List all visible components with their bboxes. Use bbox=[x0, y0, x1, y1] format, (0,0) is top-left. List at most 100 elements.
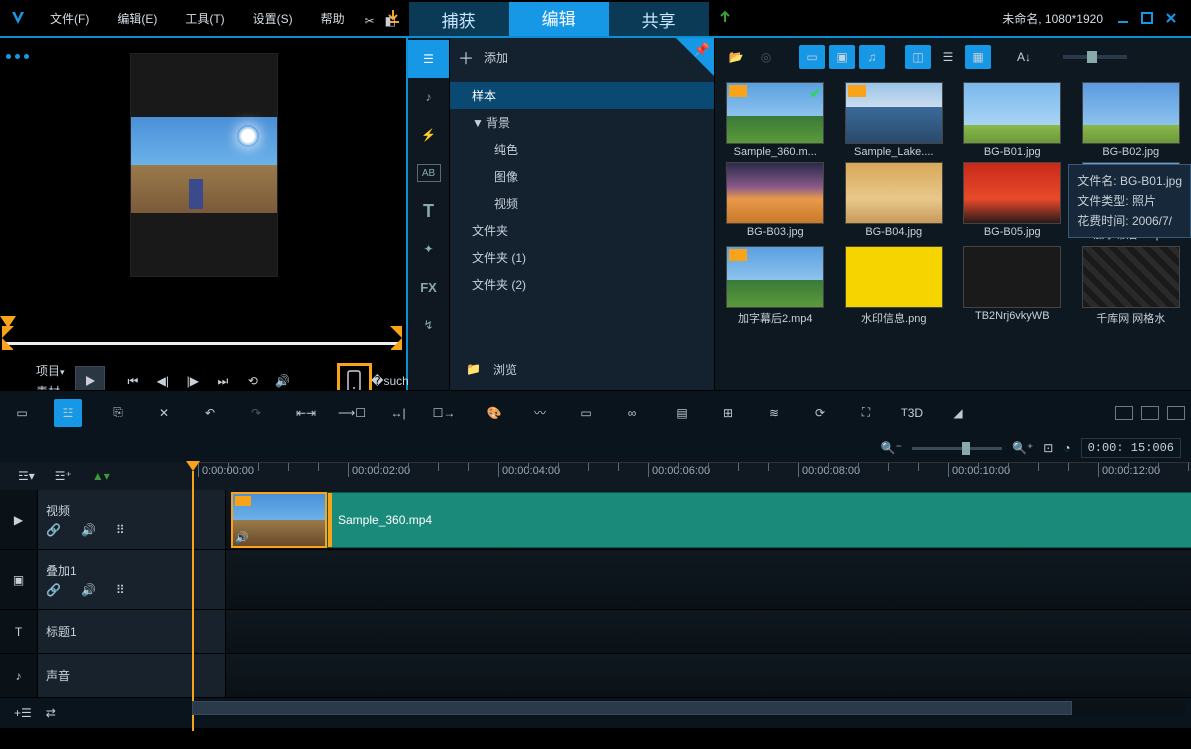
menu-file[interactable]: 文件(F) bbox=[36, 0, 103, 37]
upload-icon[interactable] bbox=[709, 0, 741, 32]
fx-tab-icon[interactable]: FX bbox=[408, 268, 449, 306]
mute-icon[interactable]: 🔊 bbox=[81, 583, 96, 597]
text-tab-icon[interactable]: T bbox=[408, 192, 449, 230]
motion-icon[interactable]: 〰 bbox=[526, 399, 554, 427]
project-duration[interactable]: 0:00: 15:006 bbox=[1081, 438, 1181, 458]
time-ruler[interactable]: 0:00:00:0000:00:02:0000:00:04:0000:00:06… bbox=[188, 462, 1191, 490]
audio-tab-icon[interactable]: ♪ bbox=[408, 78, 449, 116]
tab-capture[interactable]: 捕获 bbox=[409, 2, 509, 36]
thumbnail-item[interactable]: Sample_Lake.... bbox=[838, 82, 951, 158]
track-type-icon[interactable]: ♪ bbox=[0, 654, 38, 697]
menu-tools[interactable]: 工具(T) bbox=[171, 0, 238, 37]
color-icon[interactable]: 🎨 bbox=[480, 399, 508, 427]
thumbnail-item[interactable]: 千库网 网格水 bbox=[1075, 246, 1188, 326]
menu-settings[interactable]: 设置(S) bbox=[239, 0, 307, 37]
view-grid-icon[interactable]: ▦ bbox=[965, 45, 991, 69]
track-collapse-icon[interactable]: ☲▾ bbox=[12, 467, 41, 485]
undo-icon[interactable]: ↶ bbox=[196, 399, 224, 427]
rotate-icon[interactable]: ⟳ bbox=[806, 399, 834, 427]
fit-start-icon[interactable]: ⇤⇥ bbox=[292, 399, 320, 427]
title-tab-icon[interactable]: AB bbox=[417, 164, 441, 182]
mask-icon[interactable]: ◢ bbox=[944, 399, 972, 427]
tree-item[interactable]: 图像 bbox=[450, 163, 714, 190]
thumb-size-slider[interactable] bbox=[1063, 55, 1127, 59]
view-thumb-icon[interactable]: ◫ bbox=[905, 45, 931, 69]
scissors-icon[interactable]: ✂ bbox=[365, 14, 375, 28]
track-type-icon[interactable]: ▶ bbox=[0, 490, 38, 549]
maximize-button[interactable] bbox=[1135, 6, 1159, 30]
track-body[interactable] bbox=[226, 550, 1191, 609]
pane-grip-icon[interactable] bbox=[6, 54, 29, 59]
zoom-out-icon[interactable]: 🔍⁻ bbox=[881, 441, 902, 455]
minimize-button[interactable] bbox=[1111, 6, 1135, 30]
link-icon[interactable]: ∞ bbox=[618, 399, 646, 427]
track-up-icon[interactable]: ▲▾ bbox=[86, 467, 116, 485]
mode-project[interactable]: 项目▾ bbox=[36, 360, 75, 381]
stretch-icon[interactable]: ↔| bbox=[384, 399, 412, 427]
grid-icon[interactable]: ⊞ bbox=[714, 399, 742, 427]
zoom-slider[interactable] bbox=[912, 447, 1002, 450]
3d-text-icon[interactable]: T3D bbox=[898, 399, 926, 427]
filter-video-icon[interactable]: ▭ bbox=[799, 45, 825, 69]
tree-item[interactable]: 文件夹 (1) bbox=[450, 244, 714, 271]
tree-item[interactable]: 纯色 bbox=[450, 136, 714, 163]
transition-tab-icon[interactable]: ⚡ bbox=[408, 116, 449, 154]
graphic-tab-icon[interactable]: ✦ bbox=[408, 230, 449, 268]
close-button[interactable] bbox=[1159, 6, 1183, 30]
tree-item[interactable]: 视频 bbox=[450, 190, 714, 217]
track-body[interactable] bbox=[226, 654, 1191, 697]
thumbnail-item[interactable]: BG-B03.jpg bbox=[719, 162, 832, 242]
view-list-icon[interactable]: ☰ bbox=[935, 45, 961, 69]
import-folder-icon[interactable]: 📂 bbox=[723, 45, 749, 69]
thumbnail-item[interactable]: BG-B05.jpg bbox=[956, 162, 1069, 242]
tree-item[interactable]: 文件夹 bbox=[450, 217, 714, 244]
menu-edit[interactable]: 编辑(E) bbox=[103, 0, 171, 37]
thumbnail-item[interactable]: ✔Sample_360.m... bbox=[719, 82, 832, 158]
add-track-icon[interactable]: +☰ bbox=[14, 706, 32, 720]
tree-item[interactable]: ▼背景 bbox=[450, 109, 714, 136]
tree-item[interactable]: 文件夹 (2) bbox=[450, 271, 714, 298]
track-body[interactable] bbox=[226, 610, 1191, 653]
track-add-icon[interactable]: ☲⁺ bbox=[49, 467, 78, 485]
pin-icon[interactable] bbox=[676, 38, 714, 76]
duration-icon[interactable]: ◔ bbox=[1063, 441, 1070, 455]
scroll-mode-icon[interactable]: ⇄ bbox=[46, 706, 56, 720]
thumbnail-item[interactable]: TB2Nrj6vkyWB bbox=[956, 246, 1069, 326]
trim-bar[interactable] bbox=[4, 316, 400, 356]
thumbnail-item[interactable]: BG-B02.jpg bbox=[1075, 82, 1188, 158]
media-tab-icon[interactable]: ☰ bbox=[408, 40, 449, 78]
preview-canvas[interactable] bbox=[0, 38, 408, 292]
menu-help[interactable]: 帮助 bbox=[307, 0, 359, 37]
layout-1[interactable] bbox=[1115, 406, 1133, 420]
fx-icon[interactable]: ⠿ bbox=[116, 583, 125, 597]
link-icon[interactable]: 🔗 bbox=[46, 523, 61, 537]
tab-share[interactable]: 共享 bbox=[609, 2, 709, 36]
slip-icon[interactable]: ☐→ bbox=[430, 399, 458, 427]
horizontal-scrollbar[interactable] bbox=[192, 701, 1185, 715]
thumbnail-item[interactable]: 加字幕后2.mp4 bbox=[719, 246, 832, 326]
timeline-clip[interactable]: 🔊Sample_360.mp4 bbox=[231, 492, 1191, 548]
layout-3[interactable] bbox=[1167, 406, 1185, 420]
path-tab-icon[interactable]: ↯ bbox=[408, 306, 449, 344]
thumbnail-item[interactable]: BG-B01.jpg bbox=[956, 82, 1069, 158]
track-body[interactable]: 🔊Sample_360.mp4 bbox=[226, 490, 1191, 549]
aspect-icon[interactable]: ▭ bbox=[572, 399, 600, 427]
track-type-icon[interactable]: ▣ bbox=[0, 550, 38, 609]
copy-icon[interactable]: ⎘ bbox=[104, 399, 132, 427]
redo-icon[interactable]: ↷ bbox=[242, 399, 270, 427]
track-type-icon[interactable]: T bbox=[0, 610, 38, 653]
filter-photo-icon[interactable]: ▣ bbox=[829, 45, 855, 69]
storyboard-view-icon[interactable]: ▭ bbox=[8, 399, 36, 427]
fit-clip-icon[interactable]: ⟶☐ bbox=[338, 399, 366, 427]
tab-edit[interactable]: 编辑 bbox=[509, 2, 609, 36]
filter-audio-icon[interactable]: ♫ bbox=[859, 45, 885, 69]
fx-icon[interactable]: ⠿ bbox=[116, 523, 125, 537]
fit-project-icon[interactable]: ⊡ bbox=[1043, 441, 1053, 455]
layout-2[interactable] bbox=[1141, 406, 1159, 420]
thumbnail-item[interactable]: BG-B04.jpg bbox=[838, 162, 951, 242]
chapter-icon[interactable]: ▤ bbox=[668, 399, 696, 427]
thumbnail-item[interactable]: 水印信息.png bbox=[838, 246, 951, 326]
speed-icon[interactable]: ≋ bbox=[760, 399, 788, 427]
timeline-view-icon[interactable]: ☳ bbox=[54, 399, 82, 427]
capture-icon[interactable]: ◎ bbox=[753, 45, 779, 69]
